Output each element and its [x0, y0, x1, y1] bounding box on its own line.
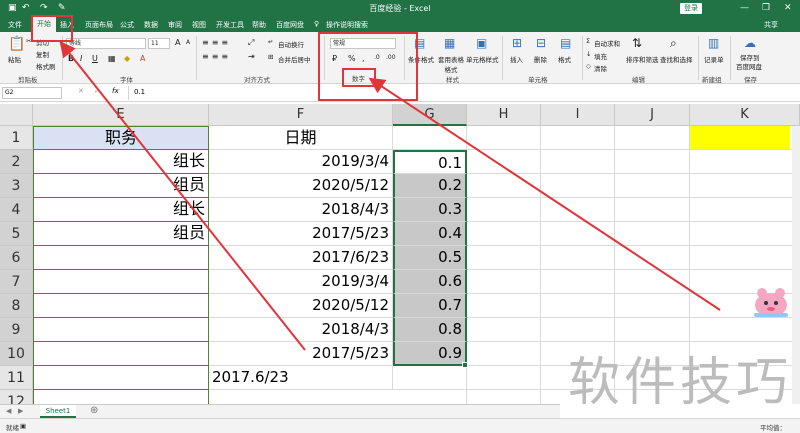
arrow-to-home-tab — [59, 40, 306, 351]
arrow-to-number-group — [368, 77, 721, 311]
watermark-text: 软件技巧 — [568, 353, 793, 413]
